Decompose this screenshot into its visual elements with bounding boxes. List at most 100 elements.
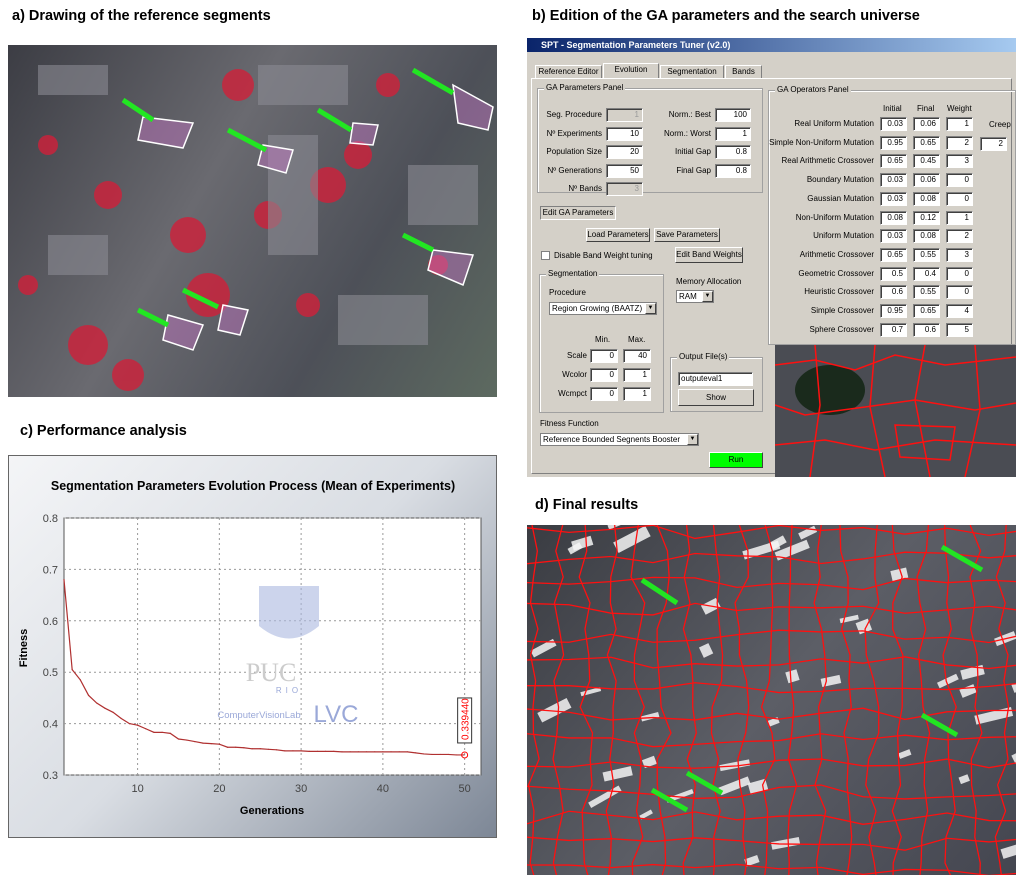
operator-input[interactable]: 0.65 [913,135,940,150]
operator-input[interactable]: 0 [946,173,973,188]
logo-cvlab: ComputerVisionLab [217,710,300,721]
operator-input[interactable]: 0.4 [913,266,940,281]
operator-input[interactable]: 0 [946,285,973,300]
load-parameters-button[interactable]: Load Parameters [586,228,650,242]
data-point [243,747,245,749]
seg-max-input[interactable]: 1 [623,387,651,401]
operator-input[interactable]: 0.95 [880,304,907,318]
segmentation-preview-image [775,345,1016,477]
operator-input[interactable]: 0.55 [913,285,940,300]
operator-input[interactable]: 5 [946,322,973,337]
operator-input[interactable]: 0.03 [880,173,907,188]
operator-input[interactable]: 0.06 [913,173,940,188]
memory-select[interactable]: RAM ▼ [676,290,714,303]
y-axis-label: Fitness [18,629,30,668]
param-input[interactable]: 0.8 [715,145,751,159]
operator-input[interactable]: 0.03 [880,229,907,244]
operator-input[interactable]: 0.03 [880,191,907,206]
final-segments [527,525,1016,875]
data-point [267,748,270,750]
seg-min-input[interactable]: 0 [590,368,618,382]
operator-input[interactable]: 2 [946,135,973,150]
operator-input[interactable]: 0.7 [880,322,907,337]
operator-input[interactable]: 0 [946,191,973,206]
param-input[interactable]: 100 [715,108,751,122]
min-header: Min. [595,335,611,344]
output-files-title: Output File(s) [677,352,730,361]
run-button[interactable]: Run [709,452,763,468]
data-point [316,750,319,752]
y-tick-label: 0.7 [43,564,58,576]
seg-max-input[interactable]: 1 [623,368,651,382]
param-label: Nº Experiments [546,128,602,138]
data-point [128,723,131,725]
operator-input[interactable]: 0.6 [913,322,940,337]
x-tick-label: 10 [131,783,143,795]
operator-input[interactable]: 0.03 [880,117,907,131]
disable-band-weight-checkbox[interactable] [541,251,550,260]
seg-max-input[interactable]: 40 [623,349,651,363]
creep-input[interactable]: 2 [980,137,1007,151]
operator-input[interactable]: 0.08 [880,210,907,225]
edit-ga-parameters-button[interactable]: Edit GA Parameters [540,206,616,220]
operator-input[interactable]: 3 [946,247,973,262]
operator-input[interactable]: 0.55 [913,247,940,262]
fitness-chart-svg: Segmentation Parameters Evolution Proces… [18,479,482,817]
operator-input[interactable]: 0.12 [913,210,940,225]
operator-input[interactable]: 0.45 [913,154,940,169]
data-point [218,743,220,745]
seg-min-input[interactable]: 0 [590,387,618,401]
operator-input[interactable]: 0.65 [913,304,940,318]
data-point [259,748,261,750]
fitness-function-select[interactable]: Reference Bounded Segnents Booster ▼ [540,433,699,446]
data-point [398,751,400,753]
y-tick-label: 0.8 [43,513,58,525]
operator-input[interactable]: 0.65 [880,154,907,169]
save-parameters-button[interactable]: Save Parameters [654,228,720,242]
param-input[interactable]: 10 [606,126,643,141]
tab-evolution[interactable]: Evolution [603,63,659,78]
operator-input[interactable]: 0 [946,266,973,281]
data-point [136,724,139,726]
operator-input[interactable]: 0.08 [913,229,940,244]
show-button[interactable]: Show [678,389,754,406]
param-label: Initial Gap [674,147,711,156]
operator-input[interactable]: 3 [946,154,973,169]
operator-input[interactable]: 4 [946,304,973,318]
x-axis-label: Generations [240,805,304,817]
operator-input[interactable]: 0.95 [880,135,907,150]
reference-segments-image [8,45,497,397]
operator-input[interactable]: 0.5 [880,266,907,281]
operator-label: Simple Crossover [810,306,874,315]
seg-min-input[interactable]: 0 [590,349,618,363]
param-input[interactable]: 0.8 [715,163,751,178]
x-tick-label: 50 [459,783,471,795]
param-input[interactable]: 20 [606,145,643,159]
operator-input[interactable]: 2 [946,229,973,244]
tab-bands[interactable]: Bands [725,65,762,78]
tab-segmentation[interactable]: Segmentation [660,65,724,78]
tab-reference-editor[interactable]: Reference Editor [535,65,602,78]
operator-input[interactable]: 0.08 [913,191,940,206]
operator-input[interactable]: 1 [946,210,973,225]
window-title: SPT - Segmentation Parameters Tuner (v2.… [527,38,1016,52]
procedure-select[interactable]: Region Growing (BAATZ) ▼ [549,302,657,315]
data-point [235,746,237,748]
param-input: 3 [606,182,643,196]
param-input[interactable]: 1 [715,126,751,141]
operator-input[interactable]: 0.06 [913,117,940,131]
data-point [202,742,204,744]
data-point [292,750,294,752]
operator-input[interactable]: 0.6 [880,285,907,300]
output-file-input[interactable]: outputeval1 [678,372,753,386]
data-point [374,751,376,753]
operator-label: Uniform Mutation [813,231,874,241]
operator-input[interactable]: 1 [946,117,973,131]
param-input[interactable]: 50 [606,163,643,178]
operator-input[interactable]: 0.65 [880,247,907,262]
edit-band-weights-button[interactable]: Edit Band Weights [675,247,743,263]
data-point [120,717,122,720]
data-point [63,579,65,581]
chevron-down-icon: ▼ [645,303,656,314]
y-tick-label: 0.4 [43,719,58,731]
